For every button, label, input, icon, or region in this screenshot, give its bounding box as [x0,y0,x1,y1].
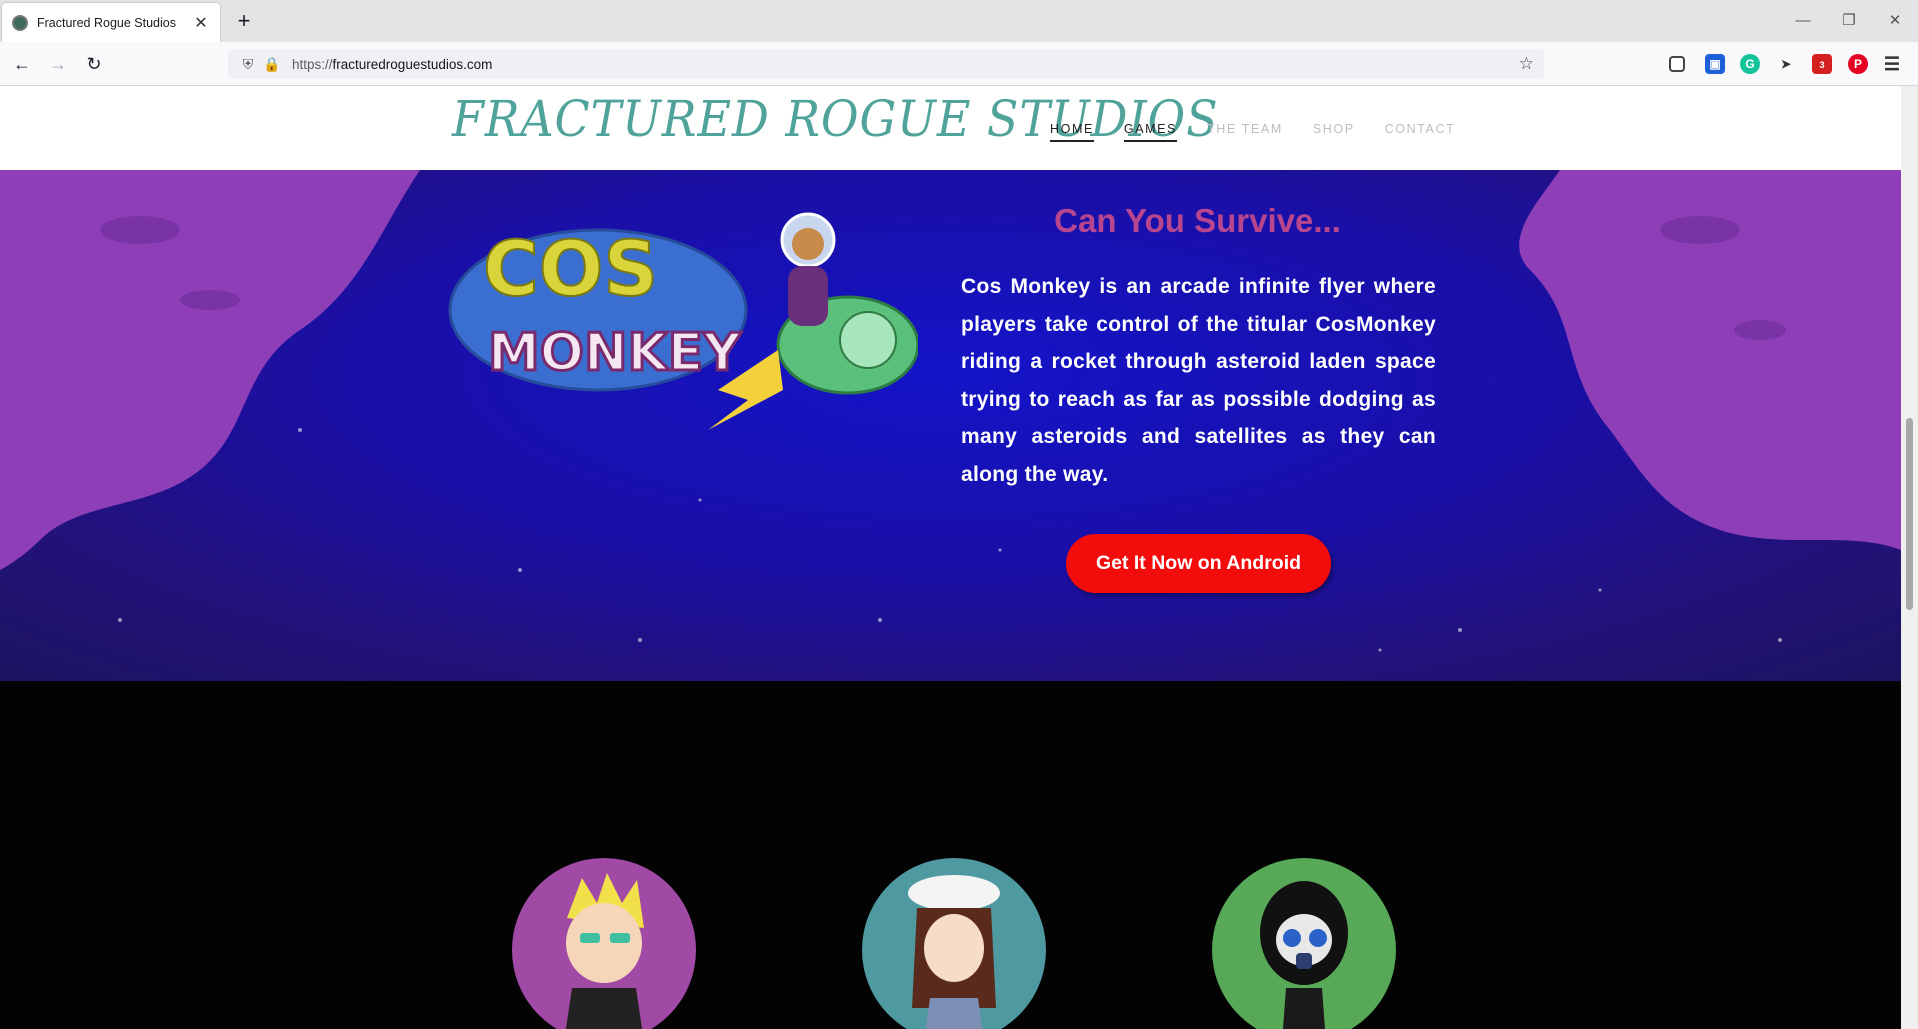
cos-monkey-logo-art: COS MONKEY [448,212,918,430]
nav-contact[interactable]: CONTACT [1385,122,1456,142]
cat-hat-character-avatar-icon[interactable] [862,858,1046,1029]
cat-hat-character-art [908,875,1000,1029]
browser-tab[interactable]: Fractured Rogue Studios ✕ [2,3,220,42]
pocket-icon[interactable] [1669,56,1685,72]
site-favicon-icon [12,14,28,31]
restore-icon[interactable]: ❐ [1826,6,1872,36]
new-tab-button[interactable]: + [230,8,258,36]
get-android-button[interactable]: Get It Now on Android [1066,534,1331,593]
blonde-character-art [565,873,644,1029]
menu-icon[interactable]: ☰ [1882,54,1902,74]
blonde-character-avatar-icon[interactable] [512,858,696,1029]
url-prefix: https:// [292,56,333,72]
nav-games[interactable]: GAMES [1123,122,1178,142]
game-logo-word2: MONKEY [488,323,742,383]
extension-blue-icon[interactable]: ▣ [1705,54,1725,74]
gasmask-character-avatar-icon[interactable] [1212,858,1396,1029]
pinterest-icon[interactable]: P [1848,54,1868,74]
main-nav: HOME GAMES THE TEAM SHOP CONTACT [1050,122,1455,142]
extension-badge: 3 [1819,60,1825,70]
pin-extension-icon[interactable]: ➤ [1776,54,1796,74]
back-icon[interactable]: ← [8,50,36,78]
address-bar[interactable]: ⛨ 🔒 https://fracturedroguestudios.com ☆ [228,49,1544,79]
hero-title: Can You Survive... [1054,202,1341,239]
navigation-toolbar: ← → ↻ ⛨ 🔒 https://fracturedroguestudios.… [0,42,1918,86]
page-viewport: FRACTURED ROGUE STUDIOS HOME GAMES THE T… [0,86,1901,1029]
reload-icon[interactable]: ↻ [80,50,108,78]
nav-home[interactable]: HOME [1050,122,1094,142]
tracking-shield-icon[interactable]: ⛨ [236,56,260,73]
ublock-icon[interactable]: 3 [1812,54,1832,74]
bookmark-star-icon[interactable]: ☆ [1519,54,1534,74]
page-scrollbar[interactable] [1901,86,1918,1029]
close-window-icon[interactable]: ✕ [1872,6,1918,36]
hero-section: COS MONKEY Can You Survive... Cos Monkey… [0,170,1901,681]
url-text[interactable]: https://fracturedroguestudios.com [292,57,492,72]
nav-the-team[interactable]: THE TEAM [1207,122,1283,142]
nav-shop[interactable]: SHOP [1313,122,1355,142]
game-logo-word1: COS [483,224,658,313]
space-background [0,170,1901,652]
forward-icon[interactable]: → [44,50,72,78]
gasmask-character-art [1260,881,1348,1029]
url-host: fracturedroguestudios.com [332,56,493,72]
lock-icon[interactable]: 🔒 [260,56,284,73]
team-section [0,681,1901,1029]
tab-strip: Fractured Rogue Studios ✕ + — ❐ ✕ [0,0,1918,42]
minimize-icon[interactable]: — [1780,6,1826,36]
site-header: FRACTURED ROGUE STUDIOS HOME GAMES THE T… [0,86,1901,170]
hero-description: Cos Monkey is an arcade infinite flyer w… [961,275,1436,486]
grammarly-icon[interactable]: G [1740,54,1760,74]
tab-title: Fractured Rogue Studios [37,15,176,30]
close-tab-icon[interactable]: ✕ [192,13,210,33]
scrollbar-thumb[interactable] [1906,418,1913,610]
